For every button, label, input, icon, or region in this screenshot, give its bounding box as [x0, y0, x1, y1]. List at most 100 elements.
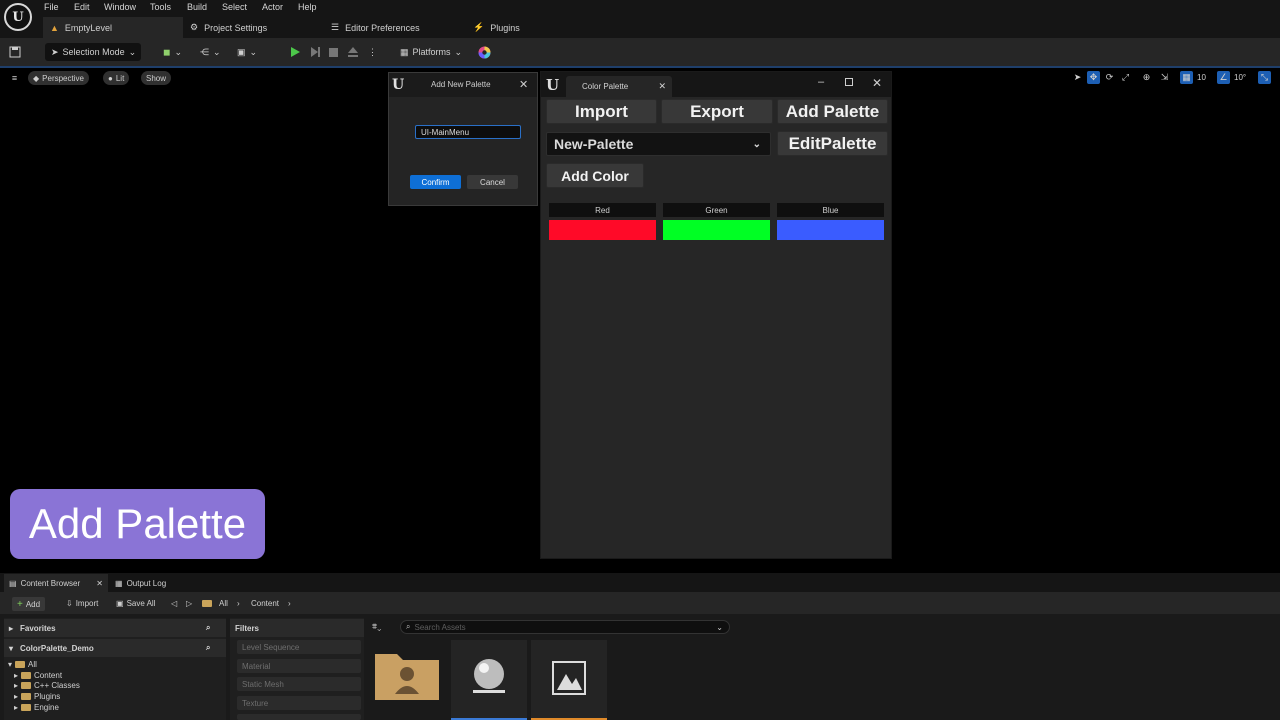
palette-title-bar[interactable]: U Color Palette ✕ – ✕ — [541, 72, 891, 97]
favorites-header[interactable]: ▸ Favorites ⌕ — [4, 619, 226, 637]
menu-select[interactable]: Select — [222, 2, 247, 12]
tab-project-settings[interactable]: ⚙ Project Settings — [190, 17, 267, 38]
menu-file[interactable]: File — [44, 2, 59, 12]
blueprint-icon[interactable]: ⋲ ⌄ — [200, 43, 221, 61]
import-button[interactable]: Import — [546, 99, 657, 124]
dialog-title-bar[interactable]: U Add New Palette ✕ — [389, 73, 537, 97]
breadcrumb-all[interactable]: All — [219, 597, 228, 610]
chevron-down-icon[interactable]: ⌄ — [716, 623, 723, 632]
filter-level-sequence[interactable]: Level Sequence — [237, 640, 361, 654]
tab-content-browser[interactable]: ▤ Content Browser ✕ — [4, 574, 108, 592]
maximize-icon[interactable] — [845, 78, 853, 86]
rotate-tool-icon[interactable]: ⟳ — [1103, 71, 1116, 84]
chevron-right-icon: ▸ — [9, 623, 14, 633]
perspective-dropdown[interactable]: ◆ Perspective — [28, 71, 89, 85]
tab-editor-preferences[interactable]: ☰ Editor Preferences — [331, 17, 420, 38]
eject-icon[interactable] — [347, 43, 359, 61]
menu-build[interactable]: Build — [187, 2, 207, 12]
add-actor-icon[interactable]: ◼ ⌄ — [163, 43, 182, 61]
palette-select-dropdown[interactable]: New-Palette ⌄ — [546, 132, 771, 156]
tree-item-cpp-classes[interactable]: ▸ C++ Classes — [14, 681, 80, 690]
tree-item-engine[interactable]: ▸ Engine — [14, 703, 59, 712]
tree-item-plugins[interactable]: ▸ Plugins — [14, 692, 60, 701]
search-icon[interactable]: ⌕ — [206, 643, 210, 653]
color-name-blue[interactable]: Blue — [777, 203, 884, 217]
asset-tile-folder[interactable] — [371, 640, 447, 720]
asset-tile-material[interactable] — [451, 640, 527, 720]
grid-snap-value[interactable]: 10 — [1197, 73, 1206, 82]
add-color-button[interactable]: Add Color — [546, 163, 644, 188]
close-tab-icon[interactable]: ✕ — [96, 579, 103, 588]
scale-tool-icon[interactable]: ⤢ — [1119, 71, 1132, 84]
filter-static-mesh[interactable]: Static Mesh — [237, 677, 361, 691]
tree-item-content[interactable]: ▸ Content — [14, 671, 62, 680]
surface-snap-icon[interactable]: ⇲ — [1158, 71, 1171, 84]
world-space-icon[interactable]: ⊕ — [1140, 71, 1153, 84]
cancel-button[interactable]: Cancel — [467, 175, 518, 189]
scale-snap-icon[interactable]: ⤡ — [1258, 71, 1271, 84]
filter-texture[interactable]: Texture — [237, 696, 361, 710]
palette-name-input[interactable] — [415, 125, 521, 139]
save-icon[interactable] — [9, 43, 21, 61]
play-icon[interactable] — [289, 43, 301, 61]
selection-mode-dropdown[interactable]: ➤ Selection Mode ⌄ — [45, 43, 141, 61]
search-icon[interactable]: ⌕ — [206, 623, 210, 633]
filter-icon[interactable]: ⩨⌄ — [372, 621, 381, 632]
tree-label: Plugins — [34, 692, 61, 701]
filter-item[interactable] — [237, 714, 361, 720]
stop-icon[interactable] — [328, 43, 339, 61]
asset-tile-level[interactable] — [531, 640, 607, 720]
menu-help[interactable]: Help — [298, 2, 317, 12]
export-button[interactable]: Export — [661, 99, 773, 124]
sliders-icon: ☰ — [331, 22, 340, 32]
color-name-green[interactable]: Green — [663, 203, 770, 217]
step-icon[interactable] — [309, 43, 321, 61]
color-swatch-blue[interactable] — [777, 220, 884, 240]
confirm-button[interactable]: Confirm — [410, 175, 461, 189]
add-palette-caption: Add Palette — [10, 489, 265, 559]
color-swatch-red[interactable] — [549, 220, 656, 240]
save-all-button[interactable]: ▣ Save All — [116, 597, 155, 610]
rotation-snap-value[interactable]: 10° — [1234, 73, 1246, 82]
filter-material[interactable]: Material — [237, 659, 361, 673]
show-dropdown[interactable]: Show — [141, 71, 172, 85]
tab-plugins[interactable]: ⚡ Plugins — [473, 17, 520, 38]
unreal-logo-icon[interactable]: U — [4, 3, 32, 31]
minimize-icon[interactable]: – — [818, 76, 824, 88]
color-wheel-icon[interactable] — [478, 43, 491, 61]
folder-icon[interactable] — [202, 597, 212, 610]
close-icon[interactable]: ✕ — [872, 76, 882, 90]
platforms-dropdown[interactable]: ▦ Platforms ⌄ — [400, 43, 462, 61]
add-palette-button[interactable]: Add Palette — [777, 99, 888, 124]
back-icon[interactable]: ◁ — [171, 597, 177, 610]
breadcrumb-content[interactable]: Content — [251, 597, 279, 610]
menu-tools[interactable]: Tools — [150, 2, 171, 12]
lit-dropdown[interactable]: ● Lit — [103, 71, 130, 85]
close-icon[interactable]: ✕ — [519, 78, 528, 91]
cinematics-icon[interactable]: ▣ ⌄ — [237, 43, 257, 61]
menu-window[interactable]: Window — [104, 2, 136, 12]
grid-snap-icon[interactable]: ▦ — [1180, 71, 1193, 84]
add-button[interactable]: + Add — [12, 597, 46, 611]
rotation-snap-icon[interactable]: ∠ — [1217, 71, 1230, 84]
color-name-red[interactable]: Red — [549, 203, 656, 217]
close-tab-icon[interactable]: ✕ — [658, 81, 666, 92]
tab-output-log[interactable]: ▦ Output Log — [110, 574, 171, 592]
menu-edit[interactable]: Edit — [74, 2, 90, 12]
unreal-logo-icon: U — [392, 77, 405, 93]
select-tool-icon[interactable]: ➤ — [1071, 71, 1084, 84]
project-header[interactable]: ▾ ColorPalette_Demo ⌕ — [4, 639, 226, 657]
tab-empty-level[interactable]: ▲ EmptyLevel — [43, 17, 183, 38]
chevron-right-icon: › — [237, 599, 240, 608]
translate-tool-icon[interactable]: ✥ — [1087, 71, 1100, 84]
more-options-icon[interactable]: ⋮ — [368, 43, 377, 61]
tree-item-all[interactable]: ▾ All — [8, 660, 37, 669]
edit-palette-button[interactable]: EditPalette — [777, 131, 888, 156]
forward-icon[interactable]: ▷ — [186, 597, 192, 610]
color-swatch-green[interactable] — [663, 220, 770, 240]
import-asset-button[interactable]: ⇩ Import — [66, 597, 98, 610]
tab-color-palette[interactable]: Color Palette ✕ — [566, 76, 672, 97]
hamburger-menu-icon[interactable]: ≡ — [8, 71, 21, 84]
menu-actor[interactable]: Actor — [262, 2, 283, 12]
search-assets-field[interactable]: ⌕ Search Assets ⌄ — [400, 620, 730, 634]
